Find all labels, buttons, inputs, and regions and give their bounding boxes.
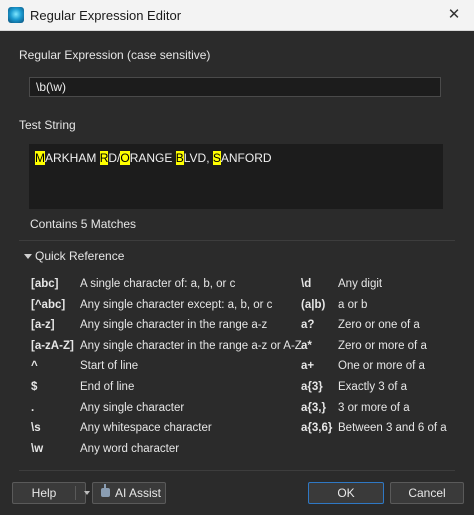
match-highlight: O [120,151,130,165]
match-highlight: M [35,151,45,165]
reference-token: a+ [301,360,315,373]
reference-description: A single character of: a, b, or c [80,278,236,290]
test-string-label: Test String [19,118,76,132]
reference-token: a{3,} [301,401,326,414]
match-count: Contains 5 Matches [30,217,137,231]
regex-app-icon [8,7,24,23]
reference-description: End of line [80,381,135,393]
reference-description: Any single character in the range a-z or… [80,339,302,352]
match-highlight: B [175,151,184,165]
reference-token: [abc] [31,278,59,290]
reference-description: Any single character except: a, b, or c [80,298,273,311]
quick-reference-toggle[interactable]: Quick Reference [35,249,124,263]
reference-token: [a-zA-Z] [31,339,74,352]
reference-token: ^ [31,360,38,373]
title-bar: Regular Expression Editor ✕ [0,0,474,31]
reference-token: a{3,6} [301,422,333,435]
ok-button[interactable]: OK [308,482,384,504]
regex-label: Regular Expression (case sensitive) [19,48,211,62]
reference-description: One or more of a [338,360,425,373]
reference-description: Any single character in the range a-z [80,319,268,332]
reference-token: a* [301,339,312,352]
reference-description: Any digit [338,278,383,290]
footer-divider [19,470,455,471]
test-string-segment: D/ [108,151,121,165]
reference-token: [^abc] [31,298,66,311]
section-divider [19,240,455,241]
test-string-segment: LVD, [183,151,213,165]
robot-icon [101,484,110,497]
reference-description: Between 3 and 6 of a [338,422,447,435]
reference-description: a or b [338,298,368,311]
cancel-button[interactable]: Cancel [390,482,464,504]
split-divider [75,486,76,500]
reference-description: Any word character [80,442,180,455]
reference-token: \w [31,442,44,455]
reference-token: a? [301,319,315,332]
reference-token: a{3} [301,381,323,393]
reference-token: . [31,401,35,414]
test-string-text: MARKHAM RD/ORANGE BLVD, SANFORD [35,151,272,165]
help-button[interactable]: Help [12,482,90,504]
reference-description: Start of line [80,360,139,373]
window-title: Regular Expression Editor [30,8,182,23]
test-string-segment: ANFORD [220,151,272,165]
test-string-field[interactable]: MARKHAM RD/ORANGE BLVD, SANFORD [29,144,443,209]
ai-assist-label: AI Assist [115,486,162,500]
help-label: Help [31,486,57,500]
reference-description: Exactly 3 of a [338,381,408,393]
regex-input[interactable] [29,77,441,97]
ai-assist-button[interactable]: AI Assist [92,482,166,504]
reference-token: $ [31,381,38,393]
reference-description: Any single character [80,401,185,414]
close-button[interactable]: ✕ [434,0,474,30]
reference-token: \d [301,278,312,290]
reference-description: Zero or more of a [338,339,427,352]
reference-token: (a|b) [301,298,326,311]
reference-token: \s [31,422,41,435]
triangle-down-icon[interactable] [24,254,32,259]
test-string-segment: RANGE [129,151,176,165]
reference-description: Zero or one of a [338,319,420,332]
reference-token: [a-z] [31,319,55,332]
reference-description: 3 or more of a [338,401,410,414]
test-string-segment: ARKHAM [45,151,100,165]
reference-description: Any whitespace character [80,422,212,435]
match-highlight: S [212,151,221,165]
chevron-down-icon[interactable] [84,491,90,495]
